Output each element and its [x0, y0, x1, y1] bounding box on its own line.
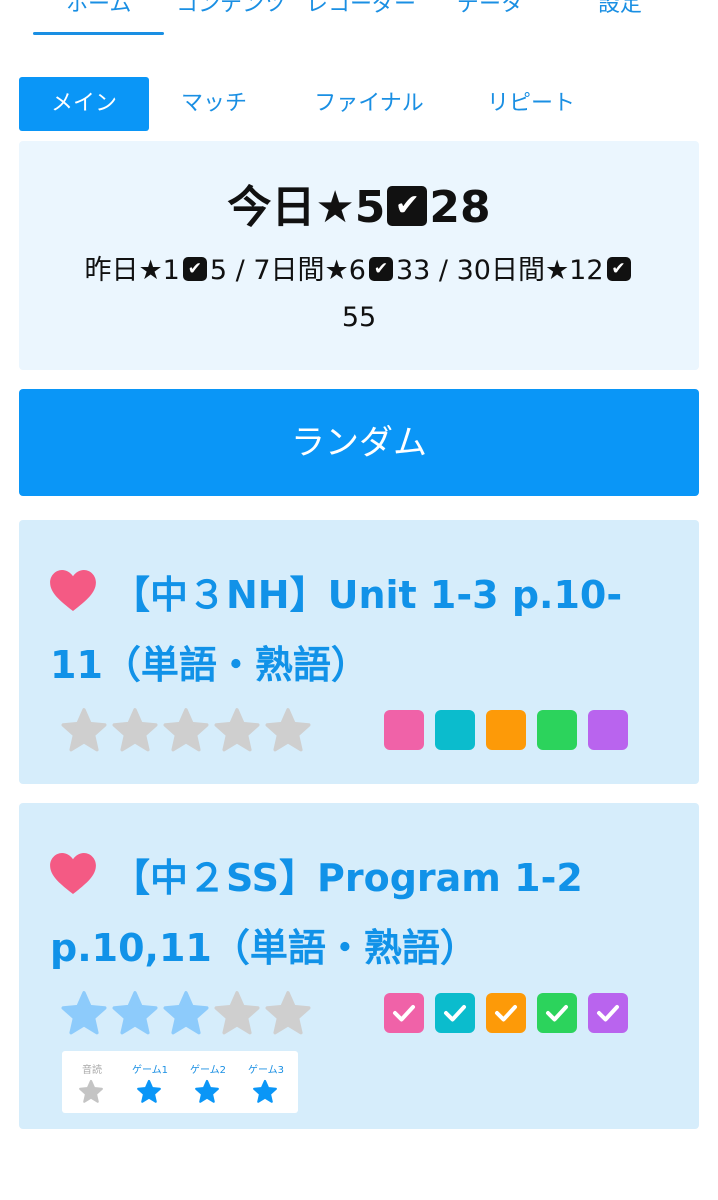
star-icon: [79, 1079, 103, 1103]
month-checks: 55: [341, 302, 377, 333]
today-stars: 5: [354, 182, 386, 233]
check-icon: [597, 1005, 619, 1022]
nav-recorder[interactable]: レコーダー: [306, 0, 416, 18]
game-progress-panel: 音読 ゲーム1 ゲーム2 ゲーム3: [62, 1051, 298, 1113]
today-label: 今日: [227, 182, 316, 233]
star-icon: [61, 991, 107, 1035]
star-icon: [61, 708, 107, 752]
top-nav: ホーム コンテンツ レコーダー データ 設定: [0, 0, 718, 40]
star-icon: [112, 708, 158, 752]
yesterday-stars: 1: [162, 255, 180, 286]
progress-label-game3: ゲーム3: [247, 1065, 285, 1076]
mode-checkbox-purple[interactable]: [588, 710, 628, 750]
check-icon: ✔: [182, 256, 207, 281]
mode-checkbox-pink[interactable]: [384, 710, 424, 750]
check-icon: [444, 1005, 466, 1022]
separator: /: [235, 255, 245, 286]
progress-label-game2: ゲーム2: [189, 1065, 227, 1076]
mode-checkbox-orange[interactable]: [486, 710, 526, 750]
nav-settings[interactable]: 設定: [598, 0, 642, 18]
card-title[interactable]: 【中３NH】Unit 1-3 p.10-11（単語・熟語）: [50, 560, 660, 700]
star-icon: ★: [544, 255, 570, 286]
week-stars: 6: [348, 255, 366, 286]
mode-checkbox-teal[interactable]: [435, 710, 475, 750]
yesterday-checks: 5: [209, 255, 228, 286]
check-icon: [546, 1005, 568, 1022]
tab-final[interactable]: ファイナル: [299, 77, 439, 131]
star-icon: [112, 991, 158, 1035]
check-icon: ✔: [368, 256, 393, 281]
star-icon: [137, 1079, 161, 1103]
mode-checkbox-teal[interactable]: [435, 993, 475, 1033]
star-icon: [195, 1079, 219, 1103]
tab-match[interactable]: マッチ: [159, 77, 269, 131]
check-icon: ✔: [387, 186, 428, 226]
nav-home[interactable]: ホーム: [66, 0, 131, 18]
tab-main[interactable]: メイン: [19, 77, 149, 131]
mode-checkbox-purple[interactable]: [588, 993, 628, 1033]
month-label: 30日間: [456, 255, 545, 286]
mode-checkbox-orange[interactable]: [486, 993, 526, 1033]
nav-contents[interactable]: コンテンツ: [176, 0, 286, 18]
progress-label-reading: 音読: [82, 1065, 102, 1076]
stats-history-line1: 昨日★1 ✔ 5 / 7日間★6 ✔ 33 / 30日間★12 ✔: [19, 251, 699, 291]
week-label: 7日間: [253, 255, 325, 286]
yesterday-label: 昨日: [84, 255, 139, 286]
active-tab-indicator: [33, 32, 164, 35]
star-icon: ★: [315, 182, 355, 233]
sub-tabs: メイン マッチ ファイナル リピート: [19, 77, 699, 131]
star-icon: [214, 708, 260, 752]
star-icon: ★: [138, 255, 163, 286]
today-checks: 28: [429, 182, 491, 233]
random-button[interactable]: ランダム: [19, 389, 699, 496]
star-icon: [163, 991, 209, 1035]
week-checks: 33: [395, 255, 431, 286]
card-title[interactable]: 【中２SS】Program 1-2 p.10,11（単語・熟語）: [50, 843, 660, 983]
star-icon: [265, 708, 311, 752]
check-icon: ✔: [606, 256, 631, 281]
separator: /: [438, 255, 448, 286]
stats-today: 今日★5 ✔ 28: [19, 178, 699, 238]
stats-history-line2: 55: [19, 298, 699, 338]
star-icon: [214, 991, 260, 1035]
check-icon: [495, 1005, 517, 1022]
nav-data[interactable]: データ: [457, 0, 523, 18]
content-card[interactable]: 【中３NH】Unit 1-3 p.10-11（単語・熟語）: [19, 520, 699, 784]
tab-repeat[interactable]: リピート: [471, 77, 591, 131]
star-icon: [265, 991, 311, 1035]
progress-label-game1: ゲーム1: [131, 1065, 169, 1076]
star-icon: [163, 708, 209, 752]
mode-checkbox-green[interactable]: [537, 993, 577, 1033]
month-stars: 12: [569, 255, 604, 286]
star-icon: [253, 1079, 277, 1103]
content-card[interactable]: 【中２SS】Program 1-2 p.10,11（単語・熟語） 音読 ゲーム1…: [19, 803, 699, 1129]
mode-checkbox-green[interactable]: [537, 710, 577, 750]
mode-checkbox-pink[interactable]: [384, 993, 424, 1033]
check-icon: [393, 1005, 415, 1022]
star-icon: ★: [324, 255, 349, 286]
